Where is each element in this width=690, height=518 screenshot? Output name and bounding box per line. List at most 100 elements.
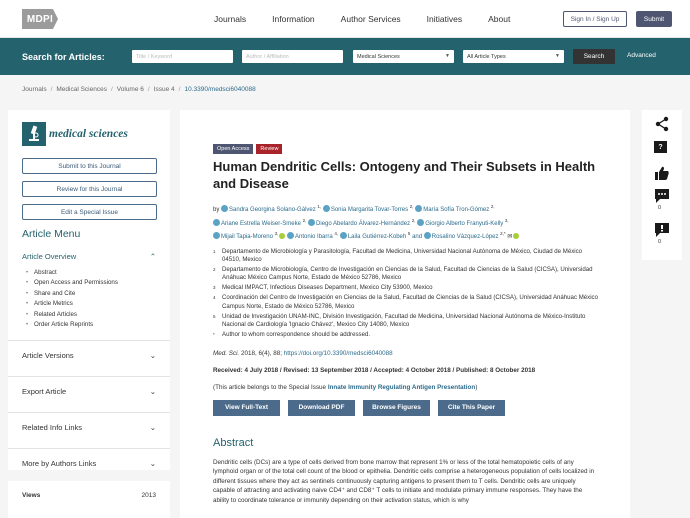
author-icon	[308, 218, 316, 226]
divider	[8, 375, 170, 377]
breadcrumb-separator: /	[147, 86, 150, 93]
journal-logo[interactable]: medical sciences	[22, 122, 156, 146]
article-type-select[interactable]: All Article Types ▼	[463, 50, 564, 63]
thumbs-up-icon[interactable]	[654, 165, 670, 181]
author-link[interactable]: Sonia Margarita Tovar-Torres 2,	[322, 204, 414, 213]
signin-button[interactable]: Sign In / Sign Up	[563, 11, 627, 27]
cite-paper-button[interactable]: Cite This Paper	[438, 399, 505, 416]
special-issue-link[interactable]: Innate Immunity Regulating Antigen Prese…	[328, 384, 475, 391]
affiliations: 1 Departamento de Microbiología y Parasit…	[213, 248, 598, 340]
more-by-authors-toggle[interactable]: More by Authors Links ⌄	[22, 455, 156, 478]
author-link[interactable]: Mijail Tapia-Moreno 3,	[213, 231, 286, 240]
menu-item-related-articles[interactable]: Related Articles	[26, 311, 156, 318]
divider	[8, 447, 170, 449]
author-affiliation-input[interactable]: Author / Affiliation	[242, 50, 343, 63]
article-versions-toggle[interactable]: Article Versions ⌄	[22, 347, 156, 370]
affiliation-item: 2 Departamento de Microbiología, Centro d…	[213, 265, 593, 282]
search-button[interactable]: Search	[573, 49, 615, 64]
affiliation-item: 3 Medical IMPACT, Infectious Diseases Dep…	[213, 284, 433, 292]
breadcrumb-separator: /	[50, 86, 53, 93]
submit-button[interactable]: Submit	[636, 11, 672, 27]
author-link[interactable]: Ariane Estrella Weiser-Smeke 2,	[213, 218, 306, 227]
download-pdf-button[interactable]: Download PDF	[288, 399, 355, 416]
related-info-toggle[interactable]: Related Info Links ⌄	[22, 419, 156, 442]
author-icon	[339, 232, 347, 239]
author-icon	[322, 205, 330, 212]
view-full-text-button[interactable]: View Full-Text	[213, 399, 280, 416]
breadcrumb: Journals / Medical Sciences / Volume 6/Issue…	[22, 86, 256, 93]
main-nav: Journals Information Author Services Ini…	[214, 14, 536, 24]
menu-item-article-metrics[interactable]: Article Metrics	[26, 300, 156, 307]
orcid-icon[interactable]	[513, 233, 520, 239]
submit-to-journal-button[interactable]: Submit to this Journal	[22, 158, 157, 174]
views-card: Views 2013	[8, 481, 170, 518]
nav-initiatives[interactable]: Initiatives	[427, 14, 462, 24]
article-overview-label: Article Overview	[22, 252, 77, 261]
abstract-text: Dendritic cells (DCs) are a type of cell…	[213, 458, 595, 504]
author-link[interactable]: Laila Gutiérrez-Kobeh 5	[339, 231, 410, 240]
author-link[interactable]: Diego Abelardo Álvarez-Hernández 2,	[308, 218, 416, 227]
cite-details: 2018, 6(4), 88;	[239, 349, 284, 357]
journal-card: medical sciences Submit to this Journal …	[8, 110, 170, 470]
search-bar: Search for Articles: Title / Keyword Aut…	[0, 38, 690, 75]
edit-special-issue-button[interactable]: Edit a Special Issue	[22, 204, 157, 220]
article-main: Open Access Review Human Dendritic Cells…	[180, 110, 630, 518]
top-header: MDPI Journals Information Author Service…	[0, 0, 690, 38]
breadcrumb-journal[interactable]: Medical Sciences	[56, 86, 107, 93]
chevron-down-icon: ▼	[555, 53, 560, 59]
article-actions: View Full-Text Download PDF Browse Figur…	[213, 399, 598, 416]
chevron-up-icon: ⌃	[149, 252, 156, 261]
author-link[interactable]: Sandra Georgina Solano-Gálvez 1,	[221, 204, 321, 213]
nav-journals[interactable]: Journals	[214, 14, 246, 24]
citation-line: Med. Sci. 2018, 6(4), 88; https://doi.or…	[213, 350, 598, 357]
divider	[8, 339, 170, 341]
nav-about[interactable]: About	[488, 14, 510, 24]
email-icon[interactable]: ✉	[507, 234, 512, 240]
breadcrumb-issue[interactable]: Issue 4	[154, 86, 175, 93]
comment-icon[interactable]: 0	[654, 188, 670, 211]
export-article-toggle[interactable]: Export Article ⌄	[22, 383, 156, 406]
menu-item-abstract[interactable]: Abstract	[26, 269, 156, 276]
breadcrumb-doi[interactable]: 10.3390/medsci6040088	[184, 86, 255, 93]
article-overview-toggle[interactable]: Article Overview ⌃	[22, 252, 156, 261]
chevron-down-icon: ⌄	[149, 350, 156, 360]
breadcrumb-separator: /	[178, 86, 181, 93]
affiliation-item: 4 Coordinación del Centro de Investigació…	[213, 294, 598, 310]
help-icon[interactable]: ?	[654, 141, 670, 157]
nav-author-services[interactable]: Author Services	[341, 14, 401, 24]
related-info-label: Related Info Links	[22, 422, 83, 432]
journal-select[interactable]: Medical Sciences ▼	[353, 50, 454, 63]
journal-name: medical sciences	[49, 128, 128, 140]
browse-figures-button[interactable]: Browse Figures	[363, 399, 430, 416]
chevron-down-icon: ⌄	[149, 458, 156, 468]
author-link[interactable]: Giorgio Alberto Franyuti-Kelly 3,	[417, 218, 509, 227]
author-link[interactable]: María Sofía Tron-Gómez 2,	[415, 204, 495, 213]
menu-item-share-cite[interactable]: Share and Cite	[26, 290, 156, 297]
open-access-badge: Open Access	[213, 144, 254, 154]
article-versions-label: Article Versions	[22, 350, 74, 360]
affiliation-item: * Author to whom correspondence should be…	[213, 331, 371, 339]
share-icon[interactable]	[654, 116, 670, 132]
advanced-search-link[interactable]: Advanced	[627, 52, 656, 59]
menu-item-open-access[interactable]: Open Access and Permissions	[26, 279, 156, 286]
menu-item-order-reprints[interactable]: Order Article Reprints	[26, 321, 156, 328]
cite-journal: Med. Sci.	[213, 349, 240, 357]
article-overview-list: Abstract Open Access and Permissions Sha…	[22, 269, 156, 328]
author-link[interactable]: Rosalino Vázquez-López 2,* ✉	[423, 231, 520, 240]
review-badge: Review	[256, 144, 283, 154]
orcid-icon[interactable]	[279, 233, 286, 239]
review-reports-icon[interactable]: 0	[654, 222, 670, 245]
breadcrumb-volume[interactable]: Volume 6	[117, 86, 144, 93]
breadcrumb-journals[interactable]: Journals	[22, 86, 47, 93]
author-link[interactable]: Antonio Ibarra 4,	[287, 231, 338, 240]
title-keyword-input[interactable]: Title / Keyword	[132, 50, 233, 63]
article-title: Human Dendritic Cells: Ontogeny and Thei…	[213, 159, 596, 191]
nav-information[interactable]: Information	[272, 14, 315, 24]
doi-link[interactable]: https://doi.org/10.3390/medsci6040088	[284, 350, 393, 357]
by-label: by	[213, 207, 220, 213]
author-icon	[287, 232, 295, 239]
mdpi-logo[interactable]: MDPI	[22, 9, 58, 29]
comment-count: 0	[658, 205, 662, 211]
abstract-heading: Abstract	[213, 436, 254, 449]
review-for-journal-button[interactable]: Review for this Journal	[22, 181, 157, 197]
